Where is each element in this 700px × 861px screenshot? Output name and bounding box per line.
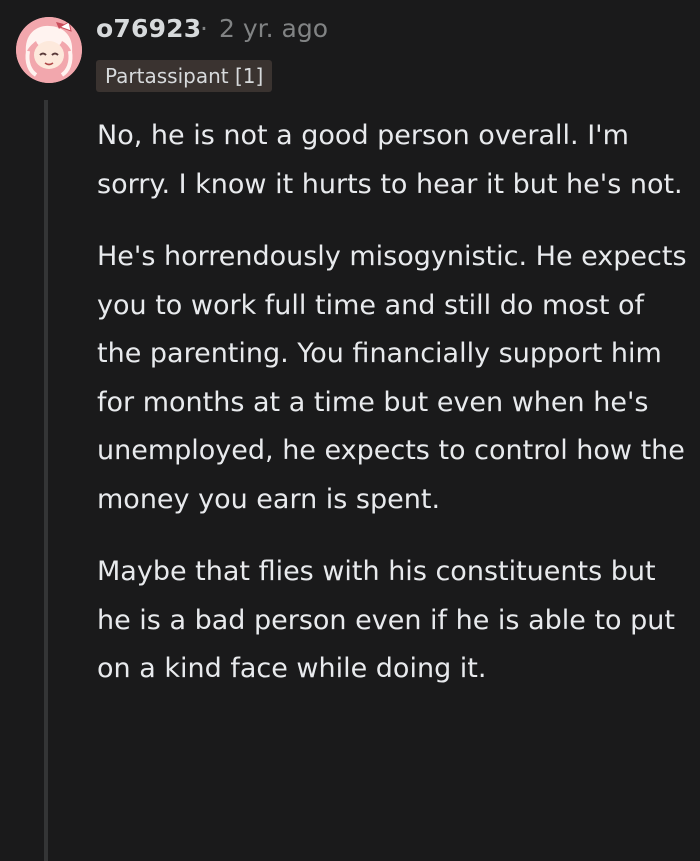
user-flair: Partassipant [1] [96, 60, 273, 92]
anime-avatar-icon [16, 17, 82, 83]
thread-collapse-line[interactable] [44, 100, 48, 861]
comment-timestamp[interactable]: 2 yr. ago [219, 14, 328, 43]
user-avatar[interactable] [16, 17, 82, 83]
comment-paragraph: Maybe that flies with his constituents b… [97, 556, 675, 684]
comment-paragraph: No, he is not a good person overall. I'm… [97, 120, 683, 200]
comment: o76923 · 2 yr. ago Partassipant [1] No, … [0, 0, 700, 861]
comment-body: No, he is not a good person overall. I'm… [97, 112, 687, 718]
meta-separator: · [200, 14, 208, 43]
comment-paragraph: He's horrendously misogynistic. He expec… [97, 241, 687, 515]
username[interactable]: o76923 [96, 14, 201, 43]
